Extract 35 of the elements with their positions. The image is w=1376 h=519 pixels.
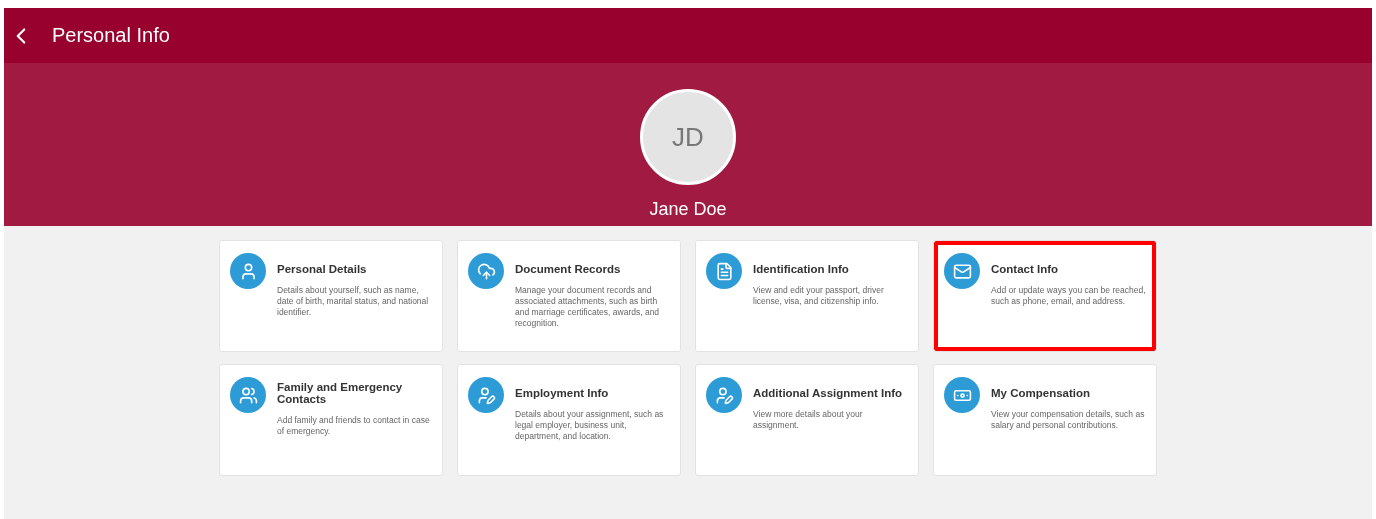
cloud-icon xyxy=(468,253,504,289)
tile-description: View your compensation details, such as salary and personal contributions. xyxy=(991,409,1146,432)
tile-description: Add or update ways you can be reached, such as phone, email, and address. xyxy=(991,285,1146,308)
tile-description: View more details about your assignment. xyxy=(753,409,864,432)
tile-title: Identification Info xyxy=(753,263,850,275)
banknote-icon xyxy=(944,377,980,413)
tile-title: My Compensation xyxy=(991,387,1092,399)
info-tile[interactable]: Contact Info Add or update ways you can be reached, such as phone, email, and address. xyxy=(933,240,1157,352)
info-tile[interactable]: Document Records Manage your document records and associated attachments, such as birth and marriage certificates, awards, and recognition. xyxy=(457,240,681,352)
user-name: Jane Doe xyxy=(649,199,727,220)
info-tile[interactable]: My Compensation View your compensation details, such as salary and personal contributions. xyxy=(933,364,1157,476)
page-title: Personal Info xyxy=(52,24,170,47)
info-tile[interactable]: Employment Info Details about your assignment, such as legal employer, business unit, department, and location. xyxy=(457,364,681,476)
tile-description: Add family and friends to contact in case of emergency. xyxy=(277,415,431,438)
tile-description: Details about your assignment, such as legal employer, business unit, department, and location. xyxy=(515,409,665,443)
tile-title: Family and Emergency Contacts xyxy=(277,381,404,405)
document-icon xyxy=(706,253,742,289)
tile-title: Employment Info xyxy=(515,387,610,399)
tile-title: Personal Details xyxy=(277,263,368,275)
tile-title: Document Records xyxy=(515,263,622,275)
avatar: JD xyxy=(640,89,736,185)
envelope-icon xyxy=(944,253,980,289)
info-tile[interactable]: Additional Assignment Info View more details about your assignment. xyxy=(695,364,919,476)
person-pen-icon xyxy=(468,377,504,413)
tile-description: Details about yourself, such as name, date of birth, marital status, and national identifier. xyxy=(277,285,430,319)
info-tile[interactable]: Identification Info View and edit your passport, driver license, visa, and citizenship info. xyxy=(695,240,919,352)
info-tile[interactable]: Personal Details Details about yourself, such as name, date of birth, marital status, and national identifier. xyxy=(219,240,443,352)
tile-description: View and edit your passport, driver license, visa, and citizenship info. xyxy=(753,285,885,308)
people-icon xyxy=(230,377,266,413)
info-tile[interactable]: Family and Emergency Contacts Add family and friends to contact in case of emergency. xyxy=(219,364,443,476)
tile-title: Additional Assignment Info xyxy=(753,387,904,399)
person-icon xyxy=(230,253,266,289)
person-pen-icon xyxy=(706,377,742,413)
tile-description: Manage your document records and associated attachments, such as birth and marriage certificates, awards, and recognition. xyxy=(515,285,661,330)
tile-title: Contact Info xyxy=(991,263,1060,275)
